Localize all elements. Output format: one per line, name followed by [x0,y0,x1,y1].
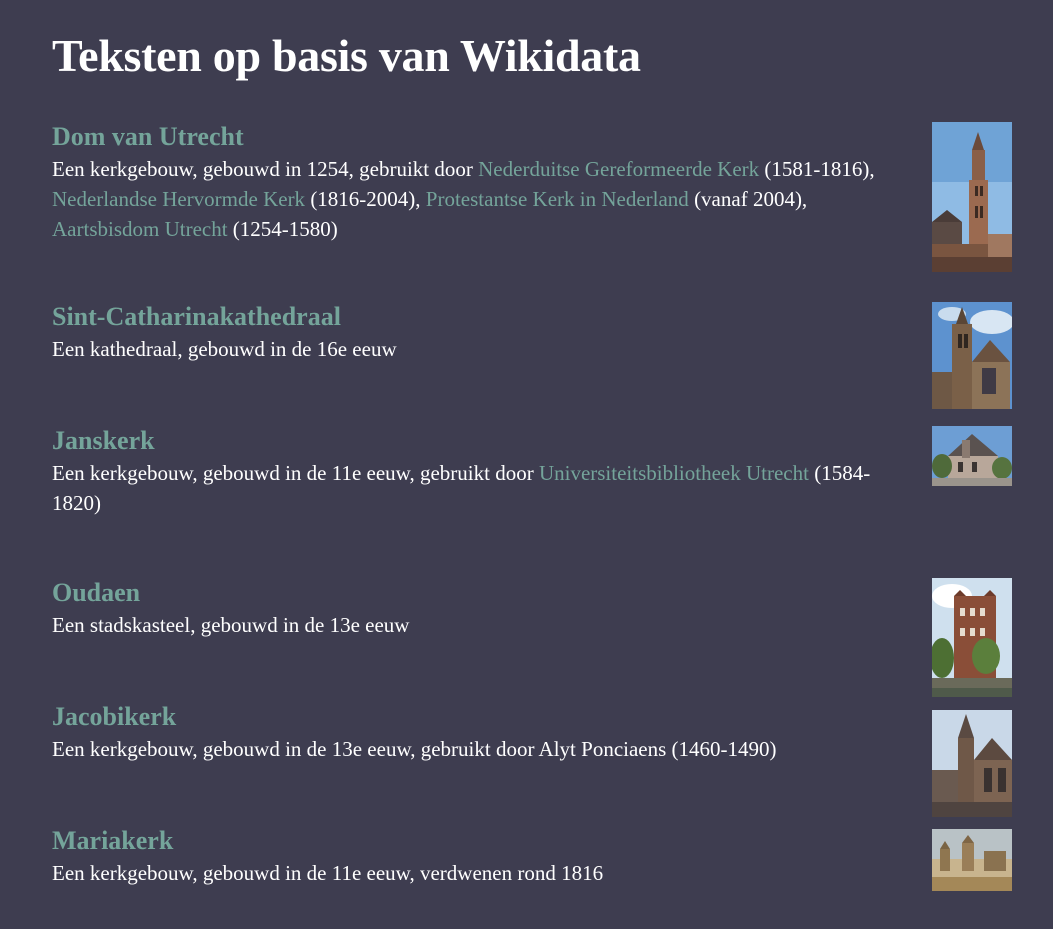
entry-jacobikerk: Jacobikerk Een kerkgebouw, gebouwd in de… [52,703,917,764]
link-protestantse-kerk-in-nederland[interactable]: Protestantse Kerk in Nederland [426,187,689,211]
photo-jacobikerk[interactable] [932,710,1012,817]
link-universiteitsbibliotheek-utrecht[interactable]: Universiteitsbibliotheek Utrecht [539,461,809,485]
entry-title: Jacobikerk [52,703,917,731]
entry-title: Dom van Utrecht [52,123,917,151]
link-nederduitse-gereformeerde-kerk[interactable]: Nederduitse Gereformeerde Kerk [478,157,759,181]
entry-description: Een kerkgebouw, gebouwd in de 11e eeuw, … [52,861,604,885]
entry-title-link[interactable]: Dom van Utrecht [52,122,244,151]
entry-oudaen: Oudaen Een stadskasteel, gebouwd in de 1… [52,579,917,640]
entry-description: Een kathedraal, gebouwd in de 16e eeuw [52,337,397,361]
entry-description: Een stadskasteel, gebouwd in de 13e eeuw [52,613,410,637]
dom-tower-image [932,122,1012,272]
description-text: (1816-2004), [305,187,426,211]
cathedral-image [932,302,1012,409]
description-text: (1581-1816), [759,157,875,181]
entry-dom-van-utrecht: Dom van Utrecht Een kerkgebouw, gebouwd … [52,123,917,244]
link-nederlandse-hervormde-kerk[interactable]: Nederlandse Hervormde Kerk [52,187,305,211]
photo-cathedral[interactable] [932,302,1012,409]
entry-title-link[interactable]: Jacobikerk [52,702,176,731]
description-text: Een kerkgebouw, gebouwd in 1254, gebruik… [52,157,479,181]
entry-title: Oudaen [52,579,917,607]
page-title: Teksten op basis van Wikidata [52,30,641,81]
photo-dom-tower[interactable] [932,122,1012,272]
janskerk-image [932,426,1012,486]
photo-mariakerk[interactable] [932,829,1012,891]
entry-mariakerk: Mariakerk Een kerkgebouw, gebouwd in de … [52,827,917,888]
oudaen-image [932,578,1012,697]
link-aartsbisdom-utrecht[interactable]: Aartsbisdom Utrecht [52,217,228,241]
entry-title-link[interactable]: Oudaen [52,578,140,607]
entry-description: Een kerkgebouw, gebouwd in 1254, gebruik… [52,154,917,244]
description-text: (vanaf 2004), [688,187,808,211]
entry-description: Een kerkgebouw, gebouwd in de 11e eeuw, … [52,458,917,518]
photo-oudaen[interactable] [932,578,1012,697]
entry-title-link[interactable]: Sint-Catharinakathedraal [52,302,341,331]
photo-janskerk[interactable] [932,426,1012,486]
entry-title-link[interactable]: Janskerk [52,426,155,455]
entry-title: Mariakerk [52,827,917,855]
entry-description: Een kerkgebouw, gebouwd in de 13e eeuw, … [52,737,777,761]
entry-title: Janskerk [52,427,917,455]
entry-title: Sint-Catharinakathedraal [52,303,917,331]
description-text: (1254-1580) [227,217,338,241]
jacobikerk-image [932,710,1012,817]
mariakerk-image [932,829,1012,891]
entry-janskerk: Janskerk Een kerkgebouw, gebouwd in de 1… [52,427,917,518]
entry-title-link[interactable]: Mariakerk [52,826,173,855]
entry-sint-catharinakathedraal: Sint-Catharinakathedraal Een kathedraal,… [52,303,917,364]
description-text: Een kerkgebouw, gebouwd in de 11e eeuw, … [52,461,539,485]
